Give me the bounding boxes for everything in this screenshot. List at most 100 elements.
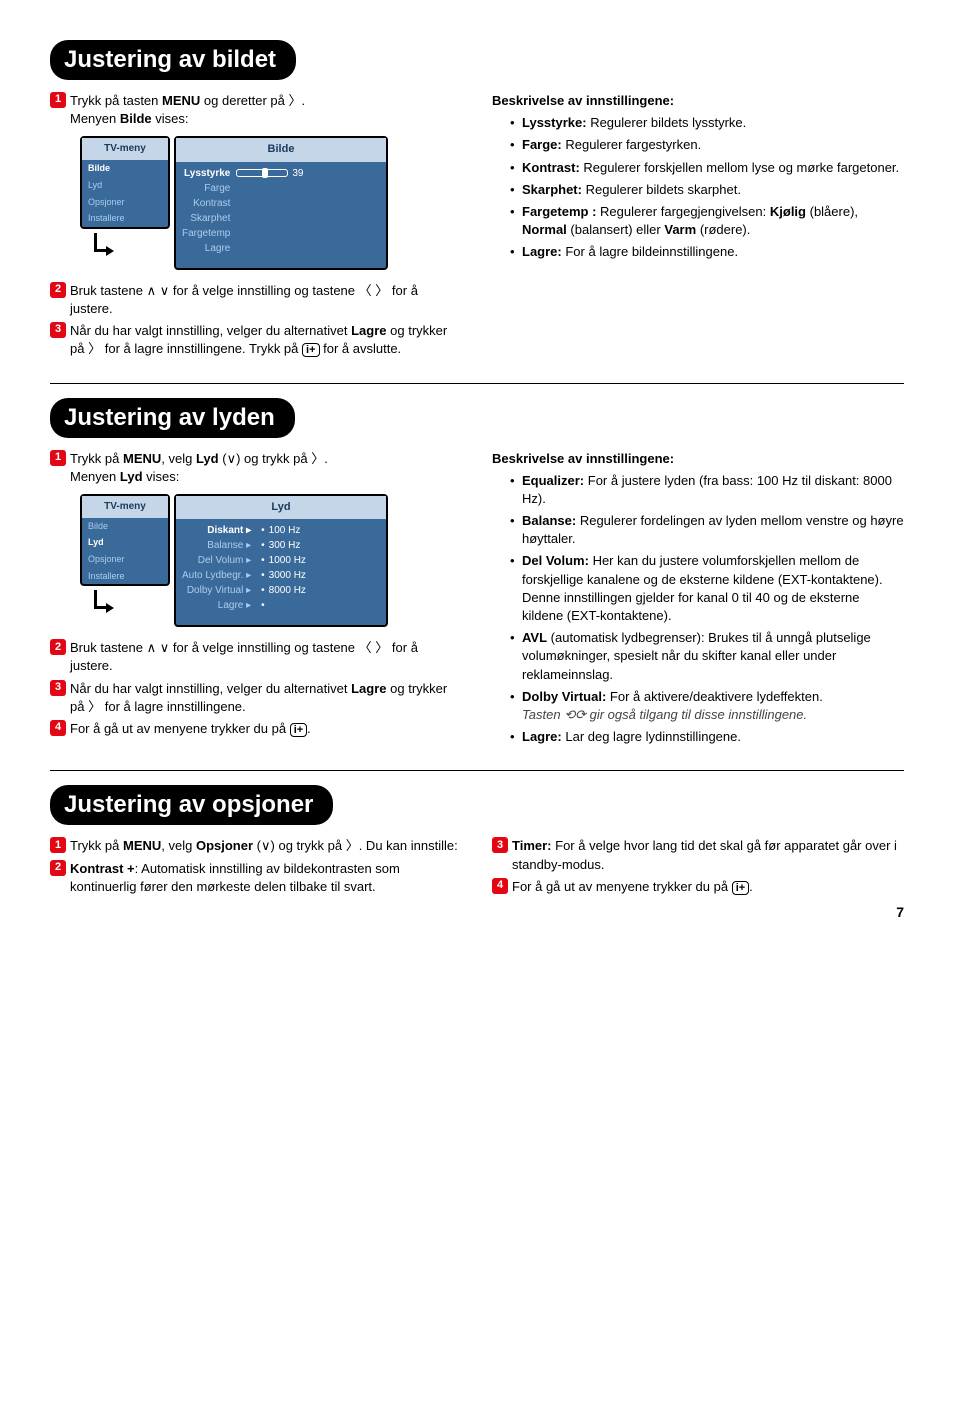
bullet-text: Regulerer bildets skarphet. bbox=[586, 182, 741, 197]
text: ) og trykk på bbox=[271, 838, 343, 853]
bullet-text: Regulerer bildets lysstyrke. bbox=[590, 115, 746, 130]
up-down-icon: ∧ ∨ bbox=[147, 283, 170, 298]
varm-label: Varm bbox=[664, 222, 696, 237]
bullet-text: (automatisk lydbegrenser): Brukes til å … bbox=[522, 630, 871, 681]
bullet-label: Fargetemp : bbox=[522, 204, 596, 219]
tv-label: Lagre bbox=[218, 600, 244, 611]
slider-value: 39 bbox=[292, 166, 303, 181]
num-3-icon: 3 bbox=[50, 680, 66, 696]
text: Regulerer fargegjengivelsen: bbox=[600, 204, 766, 219]
num-4-icon: 4 bbox=[50, 720, 66, 736]
tv-label: Lagre bbox=[182, 241, 230, 256]
text: for å lagre innstillingene. Trykk på bbox=[105, 341, 299, 356]
tv-left-item: Bilde bbox=[82, 160, 168, 177]
dot-icon: • bbox=[261, 538, 265, 553]
num-2-icon: 2 bbox=[50, 639, 66, 655]
tv-value: 3000 Hz bbox=[269, 568, 306, 583]
dot: . bbox=[324, 451, 328, 466]
tv-left-item: Lyd bbox=[82, 534, 168, 551]
up-down-icon: ∧ ∨ bbox=[147, 640, 170, 655]
text: Trykk på bbox=[70, 838, 119, 853]
arrow-icon: ▸ bbox=[246, 570, 251, 581]
tv-left-item: Opsjoner bbox=[82, 551, 168, 568]
text: (rødere). bbox=[700, 222, 751, 237]
text: ) og trykk på bbox=[236, 451, 308, 466]
lagre-label: Lagre bbox=[351, 323, 386, 338]
right-arrow-icon: 〉 bbox=[311, 451, 324, 466]
bullet-label: Lagre: bbox=[522, 244, 562, 259]
text: Bruk tastene bbox=[70, 640, 143, 655]
section3-right: 3 Timer: For å velge hvor lang tid det s… bbox=[492, 837, 904, 900]
desc-heading: Beskrivelse av innstillingene: bbox=[492, 450, 904, 468]
tv-value: 300 Hz bbox=[269, 538, 306, 553]
tv-menu-diagram: TV-meny Bilde Lyd Opsjoner Installere Ly… bbox=[80, 494, 462, 627]
text: og deretter på bbox=[204, 93, 285, 108]
tv-left-item: Bilde bbox=[82, 518, 168, 535]
text: Når du har valgt innstilling, velger du … bbox=[70, 681, 347, 696]
menu-label: MENU bbox=[162, 93, 200, 108]
num-1-icon: 1 bbox=[50, 837, 66, 853]
text: For å gå ut av menyene trykker du på bbox=[512, 879, 728, 894]
dot: . bbox=[302, 93, 306, 108]
bullet-label: Lagre: bbox=[522, 729, 562, 744]
bullet-label: Lysstyrke: bbox=[522, 115, 587, 130]
section-header-bildet: Justering av bildet bbox=[50, 40, 296, 80]
text: vises: bbox=[146, 469, 179, 484]
dot-icon: • bbox=[261, 553, 265, 568]
text: , velg bbox=[161, 451, 192, 466]
right-arrow-icon: 〉 bbox=[346, 838, 359, 853]
section2-left: 1 Trykk på MENU, velg Lyd (∨) og trykk p… bbox=[50, 450, 462, 751]
bullet-text: Regulerer forskjellen mellom lyse og mør… bbox=[583, 160, 899, 175]
menu-label: MENU bbox=[123, 451, 161, 466]
section1-right: Beskrivelse av innstillingene: Lysstyrke… bbox=[492, 92, 904, 363]
text: for å lagre innstillingene. bbox=[105, 699, 246, 714]
tv-left-item: Lyd bbox=[82, 177, 168, 194]
tv-right-title: Lyd bbox=[176, 496, 386, 519]
num-2-icon: 2 bbox=[50, 282, 66, 298]
section1-left: 1 Trykk på tasten MENU og deretter på 〉.… bbox=[50, 92, 462, 363]
dot-icon: • bbox=[261, 583, 265, 598]
bent-arrow-icon bbox=[90, 233, 120, 263]
left-right-icon: 〈 〉 bbox=[359, 283, 389, 298]
lyd-label: Lyd bbox=[120, 469, 143, 484]
text: Menyen bbox=[70, 111, 116, 126]
tv-label: Del Volum bbox=[198, 555, 244, 566]
num-3-icon: 3 bbox=[50, 322, 66, 338]
dot-icon: • bbox=[261, 523, 265, 538]
bullet-label: AVL bbox=[522, 630, 547, 645]
tv-menu-diagram: TV-meny Bilde Lyd Opsjoner Installere Bi… bbox=[80, 136, 462, 269]
text: Trykk på tasten bbox=[70, 93, 158, 108]
text: For å velge hvor lang tid det skal gå fø… bbox=[512, 838, 897, 871]
dot-icon: • bbox=[261, 598, 265, 613]
text: . Du kan innstille: bbox=[359, 838, 458, 853]
tv-label: Skarphet bbox=[182, 211, 230, 226]
bullet-text: For å aktivere/deaktivere lydeffekten. bbox=[610, 689, 823, 704]
text: for å velge innstilling og tastene bbox=[173, 640, 355, 655]
tv-value: 100 Hz bbox=[269, 523, 306, 538]
lyd-label: Lyd bbox=[196, 451, 219, 466]
normal-label: Normal bbox=[522, 222, 567, 237]
section3-left: 1 Trykk på MENU, velg Opsjoner (∨) og tr… bbox=[50, 837, 462, 900]
kontrast-plus-label: Kontrast + bbox=[70, 861, 135, 876]
text: For å gå ut av menyene trykker du på bbox=[70, 721, 286, 736]
tv-right-title: Bilde bbox=[176, 138, 386, 161]
bullet-label: Kontrast: bbox=[522, 160, 580, 175]
menu-label: MENU bbox=[123, 838, 161, 853]
tv-left-title: TV-meny bbox=[82, 138, 168, 160]
arrow-icon: ▸ bbox=[246, 555, 251, 566]
text: . bbox=[749, 879, 753, 894]
slider-icon bbox=[236, 169, 288, 177]
surround-icon: ⟲⟳ bbox=[564, 707, 586, 722]
bullet-label: Balanse: bbox=[522, 513, 576, 528]
tv-left-item: Installere bbox=[82, 210, 168, 227]
bullet-text: For å lagre bildeinnstillingene. bbox=[565, 244, 738, 259]
text: for å velge innstilling og tastene bbox=[173, 283, 355, 298]
right-arrow-icon: 〉 bbox=[289, 93, 302, 108]
bullet-label: Del Volum: bbox=[522, 553, 589, 568]
text: , velg bbox=[161, 838, 192, 853]
bullet-label: Dolby Virtual: bbox=[522, 689, 606, 704]
text: for å avslutte. bbox=[323, 341, 401, 356]
text: Menyen bbox=[70, 469, 116, 484]
info-button-icon: i+ bbox=[732, 881, 749, 895]
tv-label: Balanse bbox=[207, 540, 243, 551]
